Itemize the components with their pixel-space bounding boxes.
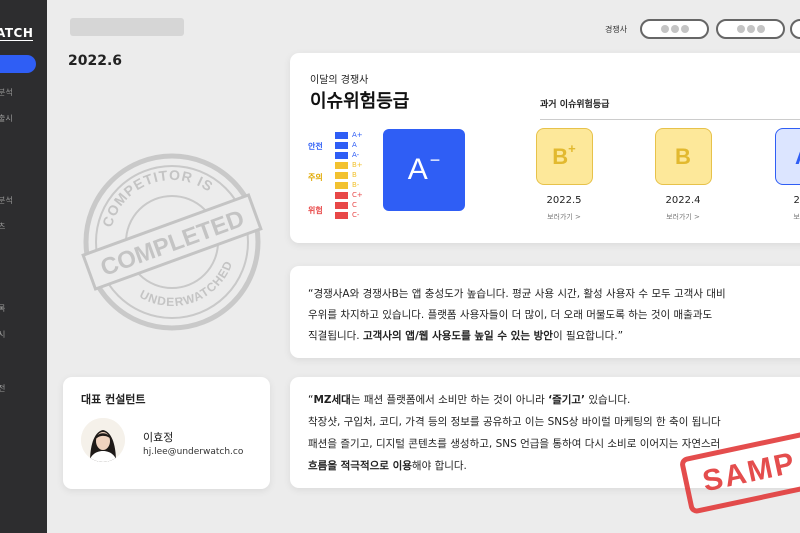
page-date: 2022.6 xyxy=(68,53,123,69)
quote-line: 직결됩니다. 고객사의 앱/웹 사용도를 높일 수 있는 방안이 필요합니다.” xyxy=(308,330,624,342)
grade-color-swatch xyxy=(335,211,348,219)
grade-scale-item: B xyxy=(335,171,357,179)
grade-scale-item: A- xyxy=(335,151,359,159)
grade-color-swatch xyxy=(335,191,348,199)
grade-label: C- xyxy=(352,211,360,219)
grade-label: C xyxy=(352,201,357,209)
competitor-selector-2[interactable] xyxy=(716,19,785,39)
quote-line: 패션을 즐기고, 디지털 콘텐츠를 생성하고, SNS 언급을 통하여 다시 소… xyxy=(308,438,721,450)
past-grade-date: 202 xyxy=(793,195,800,206)
grade-scale-item: C- xyxy=(335,211,359,219)
divider xyxy=(540,119,800,120)
sidebar-item-analysis-2[interactable]: 분석 xyxy=(0,195,13,206)
grade-scale-item: C+ xyxy=(335,191,363,199)
current-grade-letter: A xyxy=(407,153,428,186)
past-grade-badge: B xyxy=(654,128,712,185)
trend-quote-text: “MZ세대는 패션 플랫폼에서 소비만 하는 것이 아니라 ‘즐기고’ 있습니다… xyxy=(308,389,721,477)
issue-risk-card: 이달의 경쟁사 이슈위험등급 안전 주의 위험 A+ A A- B+ B B- C+ C C- … xyxy=(290,53,800,243)
past-grade-link[interactable]: 보러가기 > xyxy=(648,212,718,222)
grade-label: B- xyxy=(352,181,360,189)
level-caution-label: 주의 xyxy=(308,173,323,182)
grade-color-swatch xyxy=(335,151,348,159)
current-grade-modifier: − xyxy=(429,149,441,170)
consultant-name: 이효정 xyxy=(143,431,174,444)
past-grade-date: 2022.4 xyxy=(665,195,701,206)
issue-subtitle: 이달의 경쟁사 xyxy=(310,75,369,86)
grade-scale-item: B+ xyxy=(335,161,363,169)
grade-scale-item: C xyxy=(335,201,357,209)
quote-line: 착장샷, 구입처, 코디, 가격 등의 정보를 공유하고 이는 SNS상 바이럴… xyxy=(308,416,721,428)
grade-color-swatch xyxy=(335,141,348,149)
grade-color-swatch xyxy=(335,171,348,179)
current-grade-badge: A − xyxy=(383,129,465,211)
past-grades-title: 과거 이슈위험등급 xyxy=(540,100,610,110)
sidebar-item-analysis[interactable]: 분석 xyxy=(0,87,13,98)
level-danger-label: 위험 xyxy=(308,206,323,215)
insight-quote-card: “경쟁사A와 경쟁사B는 앱 충성도가 높습니다. 평균 사용 시간, 활성 사… xyxy=(290,266,800,358)
past-grade-item[interactable]: B + 2022.5 보러가기 > xyxy=(529,128,599,222)
page-title-placeholder xyxy=(70,18,184,36)
competitor-label: 경쟁사 xyxy=(605,25,628,34)
grade-color-swatch xyxy=(335,161,348,169)
sidebar-item-view[interactable]: 시 xyxy=(0,329,5,340)
past-grade-date: 2022.5 xyxy=(546,195,582,206)
grade-label: A xyxy=(352,141,357,149)
grade-color-swatch xyxy=(335,181,348,189)
grade-scale-item: B- xyxy=(335,181,359,189)
issue-title: 이슈위험등급 xyxy=(310,91,410,112)
consultant-email[interactable]: hj.lee@underwatch.co xyxy=(143,447,243,457)
competitor-selector-3[interactable] xyxy=(790,19,800,39)
sidebar-item-launch[interactable]: 출시 xyxy=(0,113,13,124)
consultant-title: 대표 컨설턴트 xyxy=(81,393,146,406)
past-grade-link[interactable]: 보러가 xyxy=(768,212,800,222)
sidebar-item-record[interactable]: 록 xyxy=(0,303,5,314)
sidebar-item-contents[interactable]: 츠 xyxy=(0,221,5,232)
grade-color-swatch xyxy=(335,131,348,139)
grade-label: C+ xyxy=(352,191,363,199)
quote-line: “경쟁사A와 경쟁사B는 앱 충성도가 높습니다. 평균 사용 시간, 활성 사… xyxy=(308,288,726,300)
sidebar-item-active[interactable] xyxy=(0,55,36,73)
sidebar-item-past[interactable]: 전 xyxy=(0,383,5,394)
quote-line: 우위를 차지하고 있습니다. 플랫폼 사용자들이 더 많이, 더 오래 머물도록… xyxy=(308,309,713,321)
completed-stamp-watermark: COMPETITOR IS UNDERWATCHED COMPLETED xyxy=(81,150,263,331)
past-grade-item[interactable]: A 202 보러가 xyxy=(768,128,800,222)
grade-label: B+ xyxy=(352,161,363,169)
past-grade-link[interactable]: 보러가기 > xyxy=(529,212,599,222)
insight-quote-text: “경쟁사A와 경쟁사B는 앱 충성도가 높습니다. 평균 사용 시간, 활성 사… xyxy=(308,284,800,347)
past-grade-item[interactable]: B 2022.4 보러가기 > xyxy=(648,128,718,222)
grade-label: A+ xyxy=(352,131,363,139)
quote-line: “MZ세대는 패션 플랫폼에서 소비만 하는 것이 아니라 ‘즐기고’ 있습니다… xyxy=(308,394,631,406)
level-safe-label: 안전 xyxy=(308,142,323,151)
consultant-card: 대표 컨설턴트 이효정 hj.lee@underwatch.co xyxy=(63,377,270,489)
grade-scale-item: A xyxy=(335,141,357,149)
brand-logo: ATCH xyxy=(0,26,34,41)
grade-color-swatch xyxy=(335,201,348,209)
grade-label: A- xyxy=(352,151,360,159)
avatar xyxy=(81,418,125,462)
competitor-selector-1[interactable] xyxy=(640,19,709,39)
past-grade-badge: B + xyxy=(535,128,593,185)
sidebar: ATCH 분석 출시 분석 츠 록 시 전 xyxy=(0,0,47,533)
grade-label: B xyxy=(352,171,357,179)
past-grade-badge: A xyxy=(774,128,800,185)
quote-line: 흐름을 적극적으로 이용해야 합니다. xyxy=(308,460,467,472)
grade-scale-item: A+ xyxy=(335,131,363,139)
